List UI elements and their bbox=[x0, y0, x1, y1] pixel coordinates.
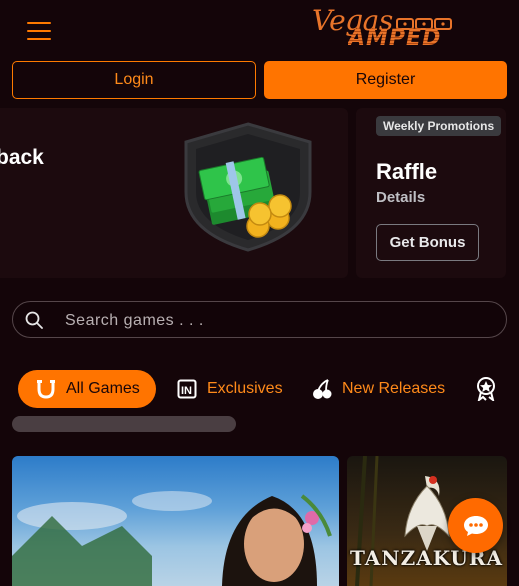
search-icon bbox=[25, 311, 43, 329]
top-header: Vegas AMPED bbox=[0, 0, 519, 60]
tab-awards[interactable] bbox=[474, 370, 506, 408]
login-button[interactable]: Login bbox=[12, 61, 256, 99]
game-artwork bbox=[12, 491, 332, 586]
live-chat-button[interactable] bbox=[448, 498, 503, 553]
promo-title: Raffle bbox=[376, 159, 438, 184]
vegas-amped-logo[interactable]: Vegas AMPED bbox=[312, 4, 454, 52]
register-button[interactable]: Register bbox=[264, 61, 507, 99]
search-input[interactable] bbox=[63, 302, 497, 339]
tab-all-games[interactable]: All Games bbox=[18, 370, 156, 408]
tab-label: All Games bbox=[66, 380, 140, 397]
svg-text:IN: IN bbox=[181, 385, 192, 397]
category-tabs: All Games IN Exclusives New Releases bbox=[0, 366, 519, 412]
horseshoe-icon bbox=[34, 377, 58, 401]
promo-slide-previous[interactable]: back bbox=[0, 108, 348, 278]
get-bonus-button[interactable]: Get Bonus bbox=[376, 224, 479, 261]
chat-bubble-icon bbox=[463, 515, 488, 536]
award-star-icon bbox=[474, 377, 498, 401]
cherries-icon bbox=[310, 377, 334, 401]
tab-label: New Releases bbox=[342, 380, 446, 397]
game-tile[interactable] bbox=[12, 456, 339, 586]
menu-icon[interactable] bbox=[27, 21, 51, 41]
in-badge-icon: IN bbox=[175, 377, 199, 401]
cash-shield-icon bbox=[184, 122, 312, 252]
loading-placeholder-bar bbox=[12, 416, 236, 432]
tab-exclusives[interactable]: IN Exclusives bbox=[175, 370, 283, 408]
tab-new-releases[interactable]: New Releases bbox=[310, 370, 445, 408]
search-bar[interactable] bbox=[12, 301, 507, 339]
logo-word-amped: AMPED bbox=[348, 26, 442, 51]
promo-details-link[interactable]: Details bbox=[376, 189, 425, 206]
tab-label: Exclusives bbox=[207, 380, 283, 397]
promo-category-badge: Weekly Promotions bbox=[376, 116, 502, 136]
promo-slide-title-partial: back bbox=[0, 146, 44, 169]
